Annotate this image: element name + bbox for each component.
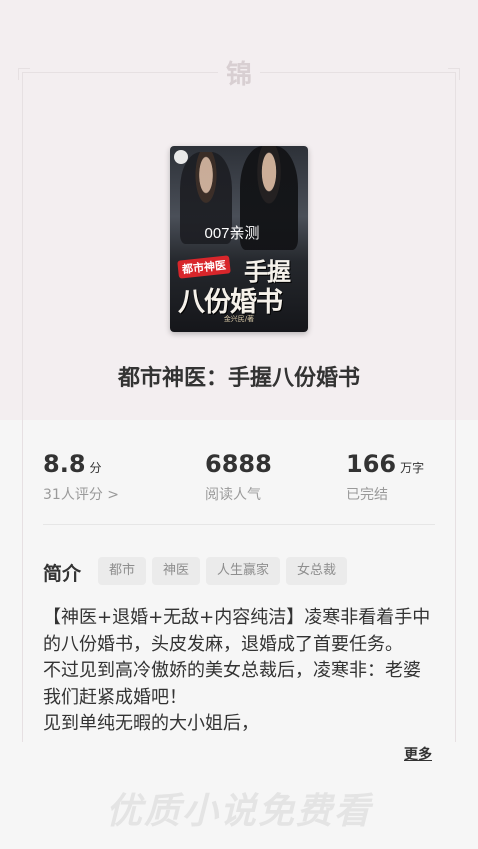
completion-status: 已完结: [346, 487, 388, 503]
seal-emblem: 锦: [218, 58, 260, 92]
intro-heading: 简介: [43, 563, 82, 585]
genre-tag[interactable]: 神医: [152, 557, 201, 585]
cover-series-tag: 都市神医: [177, 255, 231, 279]
rating-value: 8.8: [43, 450, 86, 478]
footer-slogan: 优质小说免费看: [105, 791, 372, 832]
genre-tag[interactable]: 女总裁: [286, 557, 348, 585]
genre-tag[interactable]: 都市: [98, 557, 147, 585]
book-detail-page: 锦 007亲测 都市神医 手握 八份婚书 金兴民/著 都市神医：手握八份婚书 8…: [0, 0, 478, 849]
frame-corner-left: [18, 68, 30, 80]
rating-stat[interactable]: 8.8 分 31人评分 >: [43, 450, 119, 504]
genre-tag[interactable]: 人生赢家: [206, 557, 281, 585]
reads-label: 阅读人气: [205, 487, 261, 503]
cover-author: 金兴民/著: [223, 315, 255, 323]
reads-value: 6888: [205, 450, 272, 478]
book-title: 都市神医：手握八份婚书: [117, 366, 360, 391]
book-cover[interactable]: 007亲测 都市神医 手握 八份婚书 金兴民/著: [170, 146, 308, 332]
word-count-stat: 166 万字 已完结: [346, 450, 424, 504]
summary-fade: [43, 736, 435, 764]
rating-unit: 分: [89, 461, 102, 475]
section-divider: [43, 524, 435, 525]
more-button[interactable]: 更多: [404, 744, 432, 764]
word-count-value: 166: [346, 450, 397, 478]
word-count-unit: 万字: [400, 461, 425, 475]
publisher-logo-icon: [174, 150, 188, 164]
rating-count-link[interactable]: 31人评分 >: [43, 484, 119, 504]
reads-stat: 6888 阅读人气: [205, 450, 272, 504]
frame-corner-right: [448, 68, 460, 80]
genre-tags: 都市 神医 人生赢家 女总裁: [98, 557, 348, 585]
cover-test-label: 007亲测: [204, 225, 260, 242]
